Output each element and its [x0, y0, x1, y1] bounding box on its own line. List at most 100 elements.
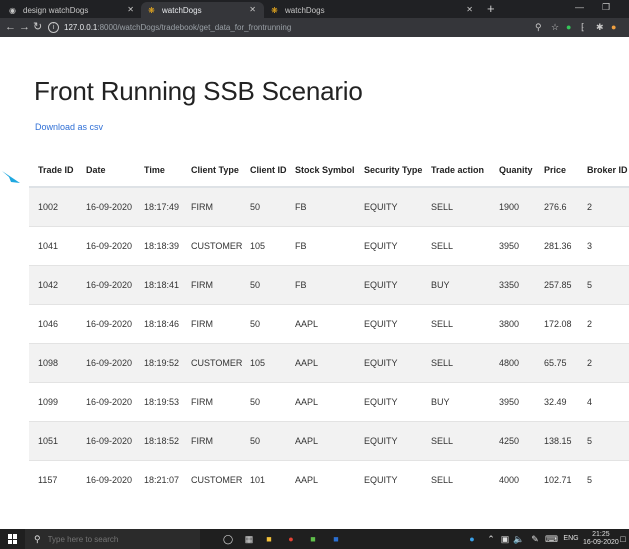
table-cell: FIRM	[182, 304, 241, 344]
clock-date: 16-09-2020	[583, 539, 619, 546]
file-explorer-icon[interactable]: ■	[263, 533, 275, 545]
table-cell: 50	[241, 304, 286, 344]
col-header: Price	[535, 154, 578, 188]
tab-design-watchdogs[interactable]: ◉ design watchDogs ✕	[2, 2, 142, 18]
table-cell: 5	[578, 421, 629, 461]
url-path: :8000/watchDogs/tradebook/get_data_for_f…	[97, 23, 292, 32]
table-row: 1046 16-09-2020 18:18:46 FIRM 50 AAPL EQUITY SE…	[29, 304, 629, 344]
info-icon[interactable]: i	[48, 22, 59, 33]
language-indicator[interactable]: ENG	[563, 533, 579, 545]
table-cell: EQUITY	[355, 265, 422, 305]
forward-button[interactable]: →	[19, 20, 30, 34]
restore-icon[interactable]: ❐	[602, 2, 610, 13]
taskbar-clock[interactable]: 21:25 16-09-2020	[583, 531, 619, 547]
tab-watchdogs-active[interactable]: ❋ watchDogs ✕	[141, 2, 264, 18]
table-cell: 1051	[29, 421, 77, 461]
col-header: Trade action	[422, 154, 490, 188]
task-view-icon[interactable]: ▦	[243, 533, 255, 545]
table-row: 1042 16-09-2020 18:18:41 FIRM 50 FB EQUITY BUY 3…	[29, 265, 629, 305]
table-cell: SELL	[422, 460, 490, 499]
table-cell: 50	[241, 186, 286, 227]
taskbar-search-input[interactable]	[47, 534, 188, 544]
close-icon[interactable]: ✕	[249, 5, 256, 14]
extensions-puzzle-icon[interactable]: ✱	[596, 21, 604, 33]
arrow-pointer-icon	[2, 171, 20, 183]
tray-chevron-icon[interactable]: ⌃	[485, 533, 497, 545]
profile-avatar[interactable]: ●	[611, 21, 616, 33]
table-cell: 32.49	[535, 382, 578, 422]
table-cell: 18:18:39	[135, 226, 182, 266]
pycharm-icon[interactable]: ■	[307, 533, 319, 545]
table-cell: 172.08	[535, 304, 578, 344]
tab-label: design watchDogs	[23, 5, 89, 15]
table-cell: SELL	[422, 186, 490, 227]
network-icon[interactable]: ▣	[499, 533, 511, 545]
search-icon: ⚲	[34, 533, 41, 544]
chrome-icon[interactable]: ●	[285, 533, 297, 545]
table-cell: 4250	[490, 421, 535, 461]
table-cell: 16-09-2020	[77, 382, 135, 422]
table-cell: 2	[578, 186, 629, 227]
table-cell: EQUITY	[355, 186, 422, 227]
table-cell: 2	[578, 343, 629, 383]
table-cell: CUSTOMER	[182, 343, 242, 383]
browser-chrome: ◉ design watchDogs ✕ ❋ watchDogs ✕ ❋ wat…	[0, 0, 629, 37]
table-cell: 3350	[490, 265, 535, 305]
tab-watchdogs[interactable]: ❋ watchDogs ✕	[264, 2, 481, 18]
tray-app-icon[interactable]: ●	[466, 533, 478, 545]
taskbar-search[interactable]: ⚲	[25, 529, 200, 549]
extension-icon[interactable]: ●	[566, 21, 571, 33]
pen-icon[interactable]: ✎	[529, 533, 541, 545]
table-cell: 18:18:46	[135, 304, 182, 344]
reload-button[interactable]: ↻	[33, 20, 42, 34]
table-cell: 1098	[29, 343, 77, 383]
favicon-icon: ❋	[271, 5, 278, 15]
tab-label: watchDogs	[162, 5, 202, 15]
url-host: 127.0.0.1	[64, 23, 98, 32]
table-cell: 1157	[29, 460, 77, 499]
favicon-icon: ❋	[148, 5, 155, 15]
minimize-icon[interactable]: —	[575, 2, 584, 12]
back-button[interactable]: ←	[5, 20, 16, 34]
table-cell: 18:17:49	[135, 186, 182, 227]
table-cell: 1046	[29, 304, 77, 344]
table-cell: 16-09-2020	[77, 265, 135, 305]
table-cell: EQUITY	[355, 343, 422, 383]
keyboard-icon[interactable]: ⌨	[545, 533, 558, 545]
word-icon[interactable]: ■	[330, 533, 342, 545]
table-cell: SELL	[422, 304, 490, 344]
table-cell: CUSTOMER	[182, 226, 242, 266]
volume-icon[interactable]: 🔈	[513, 533, 525, 545]
cortana-icon[interactable]: ◯	[222, 533, 234, 545]
table-cell: 16-09-2020	[77, 226, 135, 266]
table-body: 1002 16-09-2020 18:17:49 FIRM 50 FB EQUITY SELL…	[29, 186, 629, 499]
table-cell: 1041	[29, 226, 77, 266]
new-tab-button[interactable]: +	[487, 2, 495, 16]
close-icon[interactable]: ✕	[466, 5, 473, 14]
page-title: Front Running SSB Scenario	[34, 76, 363, 106]
bookmark-star-icon[interactable]: ☆	[551, 21, 559, 33]
table-cell: 105	[241, 343, 286, 383]
table-cell: FIRM	[182, 421, 241, 461]
col-header: Security Type	[355, 154, 422, 188]
table-cell: 4800	[490, 343, 535, 383]
windows-start-icon[interactable]	[8, 534, 18, 544]
close-icon[interactable]: ✕	[127, 5, 134, 14]
table-cell: AAPL	[286, 460, 355, 499]
col-header: Broker ID	[578, 154, 629, 188]
zoom-icon[interactable]: ⚲	[535, 21, 542, 33]
trades-table: Trade ID Date Time Client Type Client ID…	[29, 154, 629, 499]
table-cell: 16-09-2020	[77, 460, 135, 499]
extension-icon-2[interactable]: ⁅	[581, 21, 585, 33]
table-cell: 16-09-2020	[77, 421, 135, 461]
table-cell: SELL	[422, 343, 490, 383]
download-csv-link[interactable]: Download as csv	[35, 122, 103, 132]
globe-icon: ◉	[9, 5, 16, 15]
table-cell: FIRM	[182, 186, 241, 227]
table-cell: EQUITY	[355, 226, 422, 266]
table-cell: 102.71	[535, 460, 578, 499]
table-cell: 16-09-2020	[77, 304, 135, 344]
table-cell: 1042	[29, 265, 77, 305]
notifications-icon[interactable]: □	[617, 533, 629, 545]
address-bar[interactable]: i 127.0.0.1:8000/watchDogs/tradebook/get…	[48, 20, 583, 35]
